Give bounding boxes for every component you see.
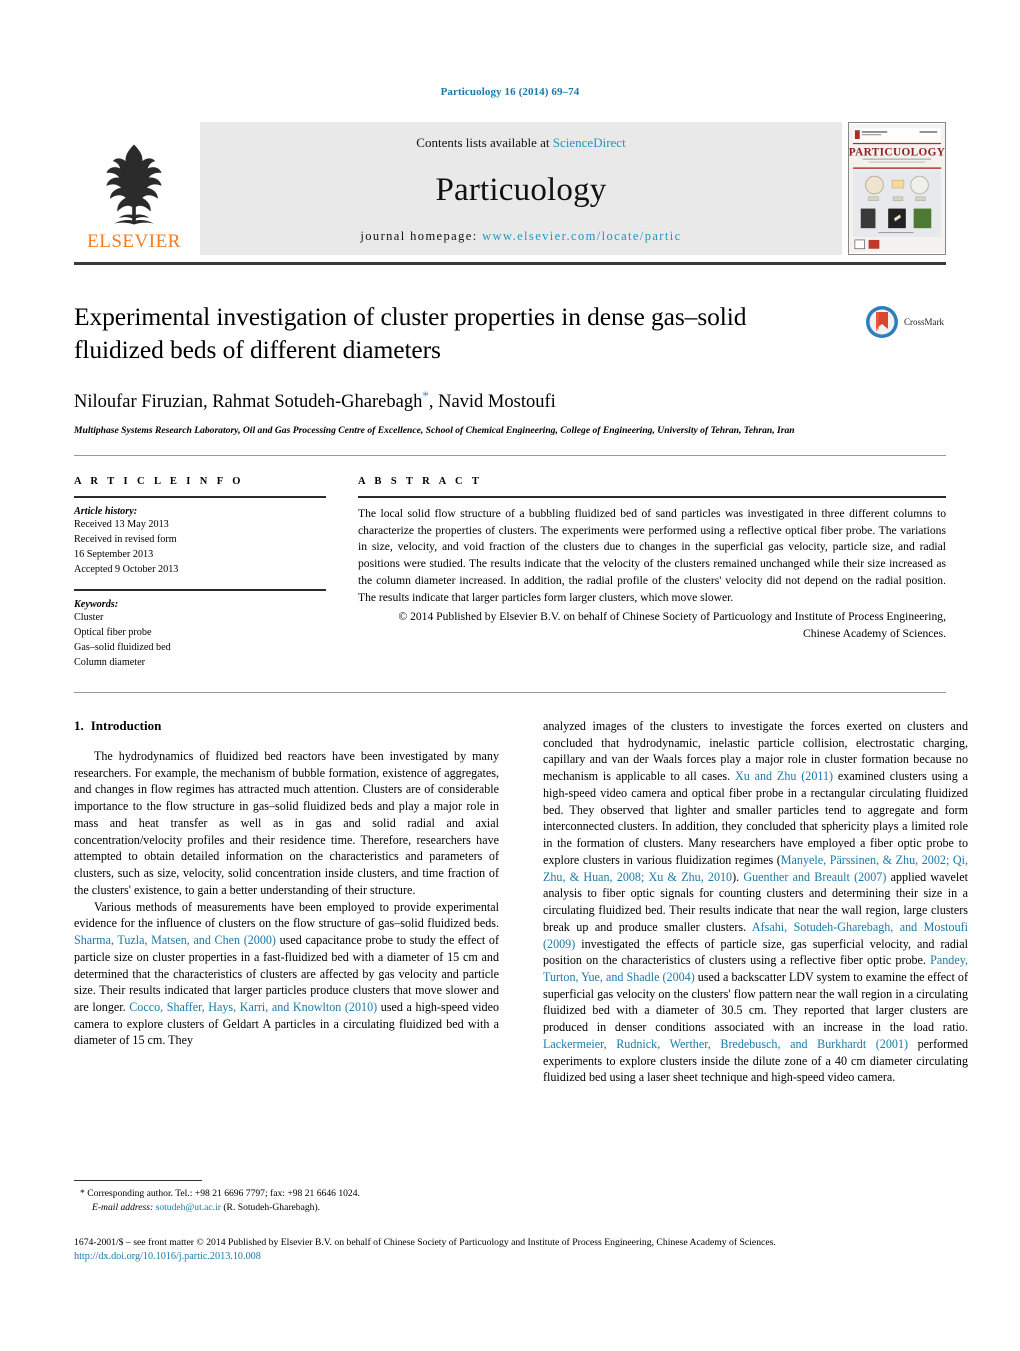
article-info-rule (74, 496, 326, 498)
authors-main: Niloufar Firuzian, Rahmat Sotudeh-Ghareb… (74, 392, 423, 413)
section-number: 1. (74, 718, 84, 733)
abstract-text: The local solid flow structure of a bubb… (358, 506, 946, 605)
article-info-column: A R T I C L E I N F O Article history: R… (74, 476, 326, 670)
body-text: Various methods of measurements have bee… (74, 899, 499, 931)
citation-link[interactable]: Xu and Zhu (2011) (735, 769, 833, 783)
keyword-item: Column diameter (74, 656, 146, 668)
body-text: investigated the effects of particle siz… (543, 936, 968, 968)
svg-text:PARTICUOLOGY: PARTICUOLOGY (849, 147, 945, 159)
author-list: Niloufar Firuzian, Rahmat Sotudeh-Ghareb… (74, 388, 946, 413)
crossmark-label: CrossMark (904, 317, 944, 327)
article-info-heading: A R T I C L E I N F O (74, 476, 244, 487)
history-received: Received 13 May 2013 (74, 518, 169, 530)
journal-masthead: ELSEVIER Contents lists available at Sci… (74, 122, 946, 255)
corresponding-author-footnote: * Corresponding author. Tel.: +98 21 669… (74, 1180, 499, 1216)
email-address-label: E-mail address: (92, 1202, 154, 1214)
citation-link[interactable]: Cocco, Shaffer, Hays, Karri, and Knowlto… (129, 1000, 377, 1014)
citation-link[interactable]: Sharma, Tuzla, Matsen, and Chen (2000) (74, 933, 276, 947)
elsevier-wordmark: ELSEVIER (87, 231, 181, 252)
journal-homepage-line: journal homepage: www.elsevier.com/locat… (360, 229, 681, 244)
abstract-column: A B S T R A C T The local solid flow str… (358, 476, 946, 670)
keywords-block: Keywords: Cluster Optical fiber probe Ga… (74, 599, 326, 670)
paragraph: The hydrodynamics of fluidized bed react… (74, 748, 499, 899)
footnote-marker: * (80, 1188, 85, 1199)
journal-band: Contents lists available at ScienceDirec… (200, 122, 842, 255)
journal-title: Particuology (435, 171, 607, 208)
page-title: Experimental investigation of cluster pr… (74, 302, 747, 365)
email-link[interactable]: sotudeh@ut.ac.ir (156, 1202, 221, 1213)
history-revised: Received in revised form (74, 533, 177, 545)
homepage-label: journal homepage: (360, 229, 478, 243)
masthead-divider (74, 262, 946, 265)
page-footer: 1674-2001/$ – see front matter © 2014 Pu… (74, 1236, 954, 1262)
article-history-label: Article history: (74, 505, 138, 517)
contents-prefix: Contents lists available at (416, 135, 553, 150)
body-column-right: analyzed images of the clusters to inves… (543, 718, 968, 1086)
elsevier-logo: ELSEVIER (74, 122, 194, 255)
paragraph: analyzed images of the clusters to inves… (543, 718, 968, 1086)
citation-link[interactable]: Lackermeier, Rudnick, Werther, Bredebusc… (543, 1037, 908, 1051)
footnote-contact-text: Corresponding author. Tel.: +98 21 6696 … (87, 1188, 360, 1199)
footnote-contact-line: * Corresponding author. Tel.: +98 21 669… (74, 1187, 499, 1201)
crossmark-badge[interactable]: CrossMark (865, 305, 944, 339)
abstract-copyright: © 2014 Published by Elsevier B.V. on beh… (398, 610, 946, 641)
keywords-rule (74, 588, 326, 591)
running-head: Particuology 16 (2014) 69–74 (440, 86, 580, 98)
paragraph: Various methods of measurements have bee… (74, 899, 499, 1050)
body-text: ). (732, 869, 744, 884)
history-revised-date: 16 September 2013 (74, 548, 154, 560)
info-top-rule (74, 455, 946, 456)
paper-page: Particuology 16 (2014) 69–74 ELSEVIER Co… (0, 0, 1020, 1351)
cover-art: PARTICUOLOGY (849, 124, 945, 253)
footnote-email-line: E-mail address: sotudeh@ut.ac.ir (R. Sot… (74, 1201, 499, 1215)
body-columns: 1. Introduction The hydrodynamics of flui… (74, 718, 968, 1086)
abstract-rule (358, 496, 946, 498)
section-title: Introduction (90, 718, 162, 733)
journal-cover-thumbnail: PARTICUOLOGY (848, 122, 946, 255)
keyword-item: Optical fiber probe (74, 626, 152, 638)
info-abstract-region: A R T I C L E I N F O Article history: R… (74, 476, 946, 670)
footnote-rule (74, 1180, 202, 1181)
sciencedirect-link[interactable]: ScienceDirect (553, 135, 626, 150)
authors-tail: , Navid Mostoufi (428, 392, 556, 413)
homepage-url-link[interactable]: www.elsevier.com/locate/partic (482, 229, 681, 243)
title-block: Experimental investigation of cluster pr… (74, 300, 946, 439)
body-text: The hydrodynamics of fluidized bed react… (74, 749, 499, 897)
keyword-item: Cluster (74, 611, 104, 623)
elsevier-tree-icon (106, 144, 162, 225)
crossmark-icon (866, 306, 898, 338)
history-accepted: Accepted 9 October 2013 (74, 563, 179, 575)
abstract-bottom-rule (74, 692, 946, 693)
body-column-left: 1. Introduction The hydrodynamics of flui… (74, 718, 499, 1086)
section-heading-introduction: 1. Introduction (74, 718, 499, 734)
keywords-label: Keywords: (74, 598, 119, 610)
citation-link[interactable]: Guenther and Breault (2007) (743, 870, 886, 884)
footer-copyright: 1674-2001/$ – see front matter © 2014 Pu… (74, 1237, 776, 1248)
keyword-item: Gas–solid fluidized bed (74, 641, 171, 653)
affiliation: Multiphase Systems Research Laboratory, … (74, 425, 795, 437)
email-owner: (R. Sotudeh-Gharebagh). (223, 1202, 321, 1214)
contents-available-line: Contents lists available at ScienceDirec… (416, 135, 625, 151)
abstract-heading: A B S T R A C T (358, 476, 483, 487)
doi-link[interactable]: http://dx.doi.org/10.1016/j.partic.2013.… (74, 1251, 954, 1262)
